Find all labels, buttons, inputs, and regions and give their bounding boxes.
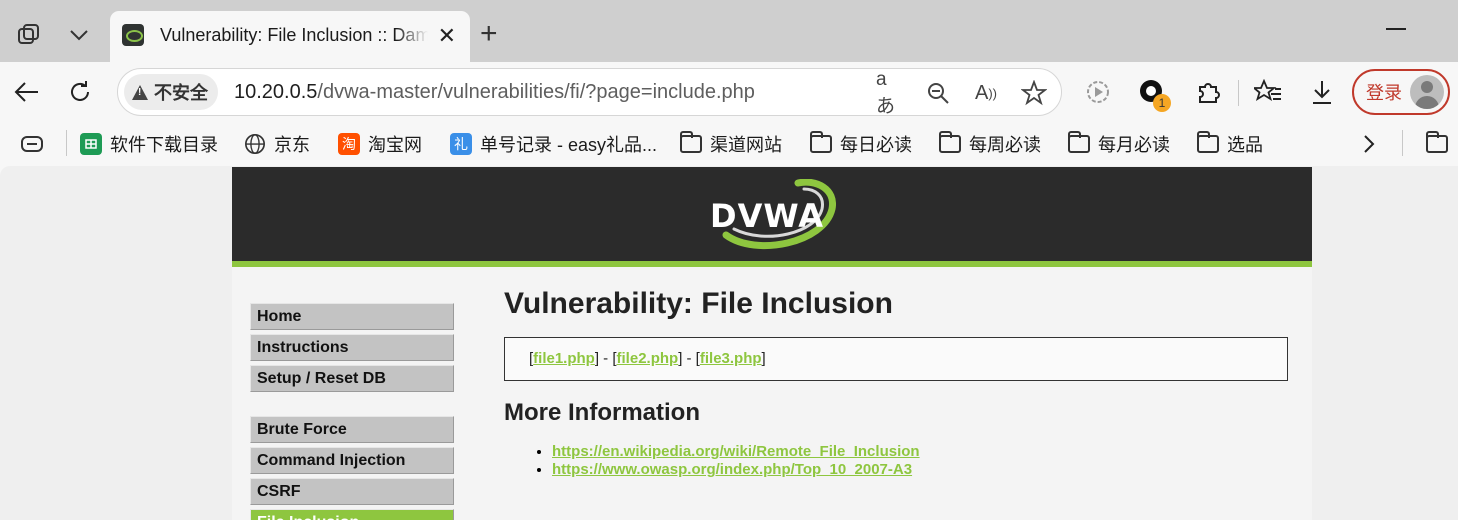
taobao-icon: 淘 — [338, 133, 360, 155]
bookmarks-bar: 软件下载目录 京东 淘 淘宝网 礼 单号记录 - easy礼品... 渠道网站 … — [0, 122, 1458, 166]
url-path: /dvwa-master/vulnerabilities/fi/?page=in… — [317, 81, 755, 103]
active-tab[interactable]: Vulnerability: File Inclusion :: Damn Vu… — [110, 11, 470, 62]
tab-title: Vulnerability: File Inclusion :: Damn Vu… — [160, 25, 428, 45]
page-viewport: DVWA Home Instructions Setup / Reset DB … — [0, 166, 1458, 520]
page-title: Vulnerability: File Inclusion — [504, 287, 893, 320]
menu-item-home[interactable]: Home — [250, 303, 454, 330]
extensions-puzzle-icon[interactable] — [1192, 76, 1224, 108]
favorites-icon[interactable] — [1252, 76, 1284, 108]
menu-item-brute-force[interactable]: Brute Force — [250, 416, 454, 443]
translate-icon[interactable]: aあ — [876, 69, 904, 117]
sheets-icon — [80, 133, 102, 155]
dvwa-favicon-icon — [122, 24, 144, 46]
list-item: https://en.wikipedia.org/wiki/Remote_Fil… — [552, 443, 920, 461]
back-icon[interactable] — [8, 74, 46, 110]
gift-icon: 礼 — [450, 133, 472, 155]
bookmark-label: 渠道网站 — [710, 135, 782, 155]
read-aloud-icon[interactable]: A)) — [972, 79, 1000, 107]
bookmark-folder-weekly[interactable]: 每周必读 — [939, 130, 1041, 158]
bookmark-label: 淘宝网 — [368, 135, 422, 155]
bookmark-label: 每日必读 — [840, 135, 912, 155]
menu-item-setup-reset-db[interactable]: Setup / Reset DB — [250, 365, 454, 392]
more-bookmarks-chevron-icon[interactable] — [1362, 130, 1376, 158]
bookmark-label: 京东 — [274, 135, 310, 155]
favorite-star-icon[interactable] — [1020, 79, 1048, 107]
bookmark-folder-product-selection[interactable]: 选品 — [1197, 130, 1263, 158]
bookmarks-separator — [1402, 130, 1403, 156]
list-item: https://www.owasp.org/index.php/Top_10_2… — [552, 461, 920, 479]
zoom-out-icon[interactable] — [924, 79, 952, 107]
workspaces-icon[interactable] — [14, 20, 44, 50]
bookmark-label: 选品 — [1227, 135, 1263, 155]
login-button[interactable]: 登录 — [1352, 69, 1450, 115]
close-tab-icon[interactable]: ✕ — [438, 23, 456, 49]
extension-badge: 1 — [1153, 94, 1171, 112]
bookmarks-separator — [66, 130, 67, 156]
dvwa-page: DVWA Home Instructions Setup / Reset DB … — [232, 167, 1312, 520]
address-bar[interactable]: 不安全 10.20.0.5/dvwa-master/vulnerabilitie… — [117, 68, 1062, 117]
bookmark-order-records[interactable]: 礼 单号记录 - easy礼品... — [450, 130, 657, 158]
minimize-window-icon[interactable] — [1386, 28, 1406, 30]
bookmark-taobao[interactable]: 淘 淘宝网 — [338, 130, 422, 158]
owasp-top10-link[interactable]: https://www.owasp.org/index.php/Top_10_2… — [552, 461, 912, 478]
security-indicator[interactable]: 不安全 — [124, 74, 218, 110]
bookmark-label: 每月必读 — [1098, 135, 1170, 155]
other-favorites-folder-icon[interactable] — [1426, 130, 1448, 158]
login-label: 登录 — [1366, 83, 1402, 103]
bookmark-label: 每周必读 — [969, 135, 1041, 155]
folder-icon — [810, 131, 832, 153]
media-control-icon[interactable] — [1082, 76, 1114, 108]
bookmark-software-downloads[interactable]: 软件下载目录 — [80, 130, 218, 158]
folder-icon — [939, 131, 961, 153]
extension-icon[interactable]: 1 — [1136, 76, 1171, 112]
security-label: 不安全 — [154, 83, 208, 103]
navigation-bar: 不安全 10.20.0.5/dvwa-master/vulnerabilitie… — [0, 62, 1458, 122]
tab-actions-chevron-icon[interactable] — [64, 20, 94, 50]
wikipedia-rfi-link[interactable]: https://en.wikipedia.org/wiki/Remote_Fil… — [552, 443, 920, 460]
folder-icon — [1068, 131, 1090, 153]
url-host: 10.20.0.5 — [234, 81, 318, 103]
bookmark-jd[interactable]: 京东 — [244, 130, 310, 158]
bookmark-folder-monthly[interactable]: 每月必读 — [1068, 130, 1170, 158]
file-links-box: [file1.php] - [file2.php] - [file3.php] — [504, 337, 1288, 381]
file1-link[interactable]: file1.php — [533, 350, 595, 367]
menu-item-command-injection[interactable]: Command Injection — [250, 447, 454, 474]
folder-icon — [680, 131, 702, 153]
menu-item-csrf[interactable]: CSRF — [250, 478, 454, 505]
warning-icon — [132, 84, 148, 100]
dvwa-header: DVWA — [232, 167, 1312, 267]
dvwa-logo: DVWA — [706, 179, 836, 251]
avatar — [1410, 75, 1444, 109]
globe-icon — [244, 133, 266, 155]
new-tab-icon[interactable]: + — [480, 17, 498, 51]
refresh-icon[interactable] — [61, 74, 99, 110]
file3-link[interactable]: file3.php — [700, 350, 762, 367]
file2-link[interactable]: file2.php — [617, 350, 679, 367]
bookmark-label: 单号记录 - easy礼品... — [480, 135, 658, 155]
bookmark-folder-channels[interactable]: 渠道网站 — [680, 130, 782, 158]
tab-strip: Vulnerability: File Inclusion :: Damn Vu… — [0, 0, 1458, 62]
url-text[interactable]: 10.20.0.5/dvwa-master/vulnerabilities/fi… — [234, 81, 755, 104]
menu-item-file-inclusion[interactable]: File Inclusion — [250, 509, 454, 520]
more-information-heading: More Information — [504, 399, 700, 426]
folder-icon — [1426, 131, 1448, 153]
menu-item-instructions[interactable]: Instructions — [250, 334, 454, 361]
collections-icon[interactable] — [20, 130, 44, 158]
toolbar-separator — [1238, 80, 1239, 106]
more-information-list: https://en.wikipedia.org/wiki/Remote_Fil… — [552, 443, 920, 479]
folder-icon — [1197, 131, 1219, 153]
bookmark-label: 软件下载目录 — [110, 135, 218, 155]
dvwa-logo-text: DVWA — [710, 197, 824, 235]
downloads-icon[interactable] — [1306, 76, 1338, 108]
bookmark-folder-daily[interactable]: 每日必读 — [810, 130, 912, 158]
